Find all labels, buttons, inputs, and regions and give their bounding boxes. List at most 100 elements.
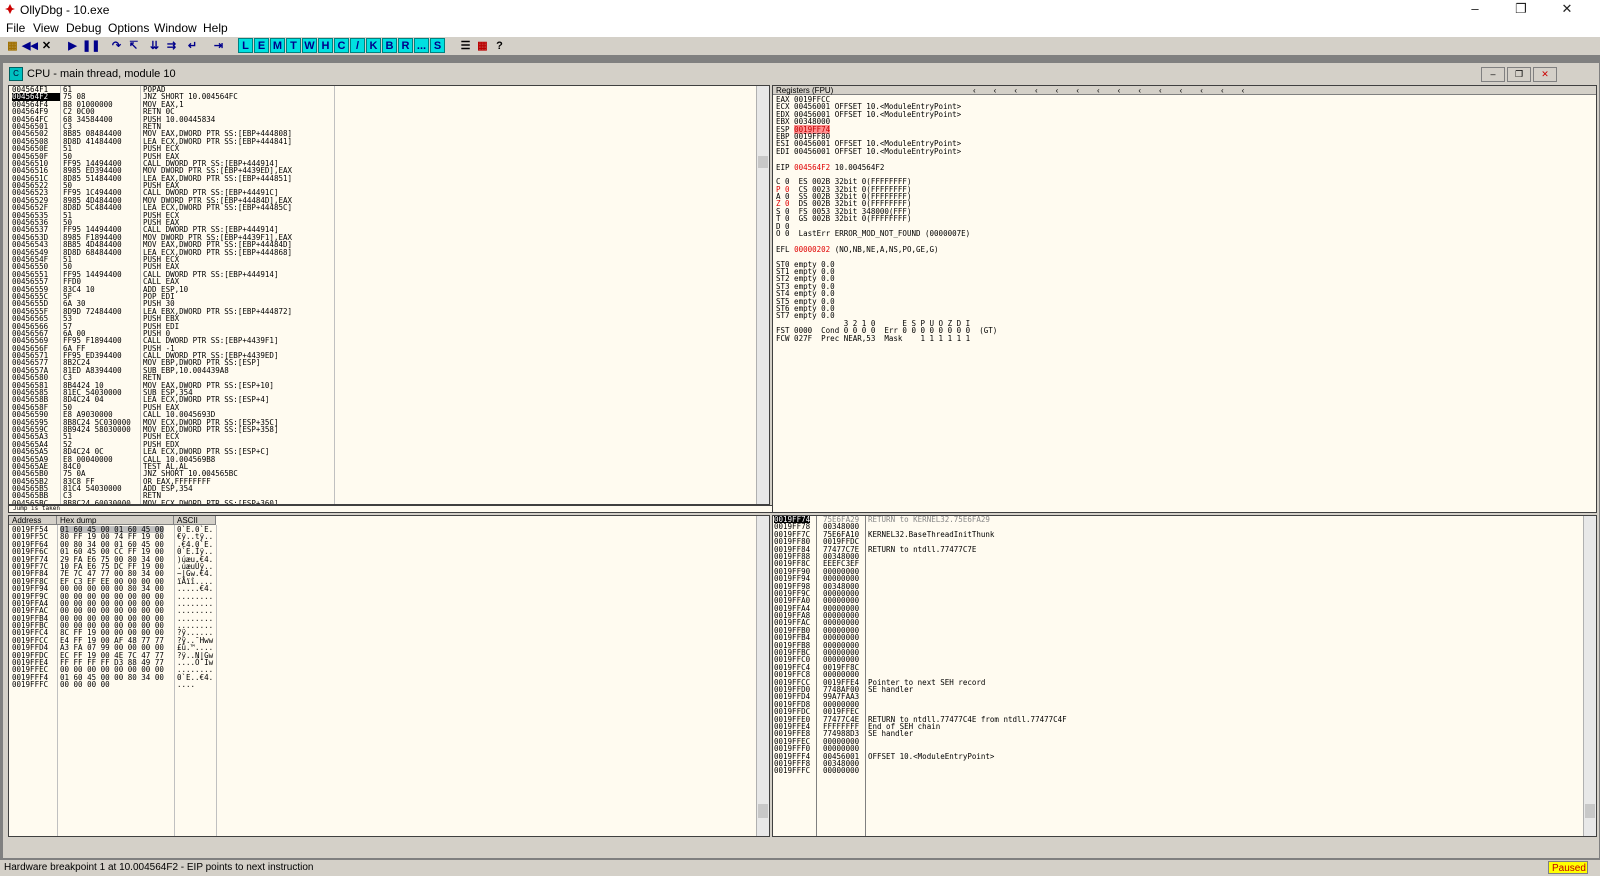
breakpoints-button[interactable]: B bbox=[382, 38, 397, 53]
registers-pane[interactable]: Registers (FPU) ‹‹‹‹‹‹‹‹‹‹‹‹‹‹ EAX 0019F… bbox=[772, 85, 1597, 513]
register-line: EFL 00000202 (NO,NB,NE,A,NS,PO,GE,G) bbox=[776, 244, 939, 254]
help-button[interactable]: ? bbox=[491, 38, 508, 55]
disasm-command: LEA ECX,DWORD PTR SS:[ESP+4] bbox=[143, 395, 270, 405]
disasm-command: MOV EAX,1 bbox=[143, 99, 184, 109]
restore-button[interactable]: ❐ bbox=[1498, 0, 1544, 20]
cpu-window: C CPU - main thread, module 10 – ❐ ✕ 004… bbox=[2, 62, 1600, 859]
register-line bbox=[776, 237, 997, 244]
stack-comment-column: RETURN to KERNEL32.75E6FA29 KERNEL32.Bas… bbox=[868, 516, 1067, 775]
disasm-address-column: 004564F1 004564F2 004564F4 004564F9 004564FC… bbox=[12, 86, 60, 504]
menu-window[interactable]: Window bbox=[154, 21, 197, 35]
disasm-hex: 8D8D 5C484400 bbox=[63, 203, 122, 213]
windows-button[interactable]: W bbox=[302, 38, 317, 53]
memory-map-button[interactable]: M bbox=[270, 38, 285, 53]
close-icon[interactable]: ✕ bbox=[38, 38, 55, 55]
step-over-icon[interactable]: ↸ bbox=[125, 38, 142, 55]
dump-address-header[interactable]: Address bbox=[9, 516, 57, 525]
open-icon[interactable]: ▦ bbox=[4, 38, 21, 55]
references-button[interactable]: R bbox=[398, 38, 413, 53]
stack-comment: KERNEL32.BaseThreadInitThunk bbox=[868, 529, 995, 539]
disasm-command: PUSH EDI bbox=[143, 321, 180, 331]
disasm-scrollbar[interactable] bbox=[756, 86, 769, 504]
disasm-command: MOV EAX,DWORD PTR SS:[ESP+10] bbox=[143, 380, 274, 390]
cpu-button[interactable]: C bbox=[334, 38, 349, 53]
stack-scrollbar[interactable] bbox=[1583, 516, 1596, 836]
stack-comment: SE handler bbox=[868, 684, 914, 694]
disasm-command: CALL 10.004569B8 bbox=[143, 454, 216, 464]
disasm-command: JNZ SHORT 10.004564FC bbox=[143, 92, 238, 102]
menu-debug[interactable]: Debug bbox=[66, 21, 101, 35]
stack-comment bbox=[868, 597, 1067, 604]
pause-icon[interactable]: ❚❚ bbox=[81, 38, 100, 55]
disasm-command: CALL EAX bbox=[143, 277, 180, 287]
disassembly-pane[interactable]: 004564F1 004564F2 004564F4 004564F9 004564FC… bbox=[8, 85, 770, 505]
run-icon[interactable]: ▶ bbox=[64, 38, 81, 55]
stack-comment bbox=[868, 605, 1067, 612]
disasm-command: LEA EAX,DWORD PTR SS:[EBP+444851] bbox=[143, 173, 293, 183]
register-line bbox=[776, 155, 997, 162]
list-icon[interactable]: ☰ bbox=[457, 38, 474, 55]
menu-bar: File View Debug Options Window Help bbox=[0, 20, 1600, 36]
menu-view[interactable]: View bbox=[33, 21, 59, 35]
disasm-command: LEA ECX,DWORD PTR SS:[EBP+444841] bbox=[143, 136, 293, 146]
close-button[interactable]: ✕ bbox=[1544, 0, 1590, 20]
threads-button[interactable]: T bbox=[286, 38, 301, 53]
menu-file[interactable]: File bbox=[6, 21, 25, 35]
title-bar: OllyDbg - 10.exe – ❐ ✕ bbox=[0, 0, 1600, 20]
dump-scrollbar[interactable] bbox=[756, 516, 769, 836]
disasm-command: OR EAX,FFFFFFFF bbox=[143, 476, 211, 486]
minimize-button[interactable]: – bbox=[1452, 0, 1498, 20]
trace-into-icon[interactable]: ⇊ bbox=[146, 38, 163, 55]
grid-icon[interactable]: ▦ bbox=[474, 38, 491, 55]
dump-ascii-header[interactable]: ASCII bbox=[174, 516, 216, 525]
menu-help[interactable]: Help bbox=[203, 21, 228, 35]
child-minimize-button[interactable]: – bbox=[1481, 67, 1505, 82]
execute-till-return-icon[interactable]: ↵ bbox=[184, 38, 201, 55]
disasm-info-pane: Jump is taken bbox=[8, 505, 774, 513]
registers-header[interactable]: Registers (FPU) ‹‹‹‹‹‹‹‹‹‹‹‹‹‹ bbox=[773, 86, 1596, 95]
stack-comment bbox=[868, 553, 1067, 560]
stack-comment bbox=[868, 656, 1067, 663]
stack-comment: RETURN to KERNEL32.75E6FA29 bbox=[868, 515, 990, 524]
dump-address-column: 0019FF54 0019FF5C 0019FF64 0019FF6C 0019FF74… bbox=[12, 526, 48, 689]
stack-value: 00000000 bbox=[823, 766, 860, 776]
disasm-hex: 81ED A8394400 bbox=[63, 365, 122, 375]
stack-comment bbox=[868, 634, 1067, 641]
disasm-command: CALL DWORD PTR SS:[EBP+4439F1] bbox=[143, 336, 279, 346]
child-close-button[interactable]: ✕ bbox=[1533, 67, 1557, 82]
run-trace-button[interactable]: ... bbox=[414, 38, 429, 53]
child-restore-button[interactable]: ❐ bbox=[1507, 67, 1531, 82]
disasm-hex: 51 bbox=[63, 432, 73, 442]
handles-button[interactable]: H bbox=[318, 38, 333, 53]
disasm-command: PUSH ECX bbox=[143, 432, 180, 442]
disasm-command: SUB EBP,10.004439A8 bbox=[143, 365, 229, 375]
register-line: FCW 027F Prec NEAR,53 Mask 1 1 1 1 1 1 bbox=[776, 333, 971, 343]
trace-over-icon[interactable]: ⇉ bbox=[163, 38, 180, 55]
modules-button[interactable]: E bbox=[254, 38, 269, 53]
log-window-button[interactable]: L bbox=[238, 38, 253, 53]
disasm-command: ADD ESP,354 bbox=[143, 484, 193, 494]
dump-hex-column: 01 60 45 00 01 60 45 00 80 FF 19 00 74 FF… bbox=[60, 526, 164, 689]
stack-address: 0019FFFC bbox=[774, 766, 811, 776]
stack-comment: RETURN to ntdll.77477C7E bbox=[868, 544, 977, 554]
disasm-command: POP EDI bbox=[143, 291, 175, 301]
hex-dump-pane[interactable]: Address Hex dump ASCII 0019FF54 0019FF5C 0… bbox=[8, 515, 770, 837]
stack-comment bbox=[868, 575, 1067, 582]
source-button[interactable]: S bbox=[430, 38, 445, 53]
registers-arrows[interactable]: ‹‹‹‹‹‹‹‹‹‹‹‹‹‹ bbox=[973, 86, 1262, 95]
patches-button[interactable]: / bbox=[350, 38, 365, 53]
registers-list: EAX 0019FFCC ECX 00456001 OFFSET 10.<Modu… bbox=[776, 96, 997, 342]
menu-options[interactable]: Options bbox=[108, 21, 149, 35]
registers-header-label: Registers (FPU) bbox=[776, 86, 834, 95]
disasm-command: ADD ESP,10 bbox=[143, 284, 189, 294]
go-to-icon[interactable]: ⇥ bbox=[210, 38, 227, 55]
disasm-command: MOV EBP,DWORD PTR SS:[ESP] bbox=[143, 358, 261, 368]
call-stack-button[interactable]: K bbox=[366, 38, 381, 53]
stack-pane[interactable]: 0019FF74 0019FF78 0019FF7C 0019FF80 0019FF84… bbox=[772, 515, 1597, 837]
register-line: EIP 004564F2 10.004564F2 bbox=[776, 162, 885, 172]
dump-hex-header[interactable]: Hex dump bbox=[57, 516, 174, 525]
stack-comment bbox=[868, 664, 1067, 671]
step-into-icon[interactable]: ↷ bbox=[108, 38, 125, 55]
stack-comment bbox=[868, 560, 1067, 567]
restart-icon[interactable]: ◀◀ bbox=[21, 38, 39, 55]
